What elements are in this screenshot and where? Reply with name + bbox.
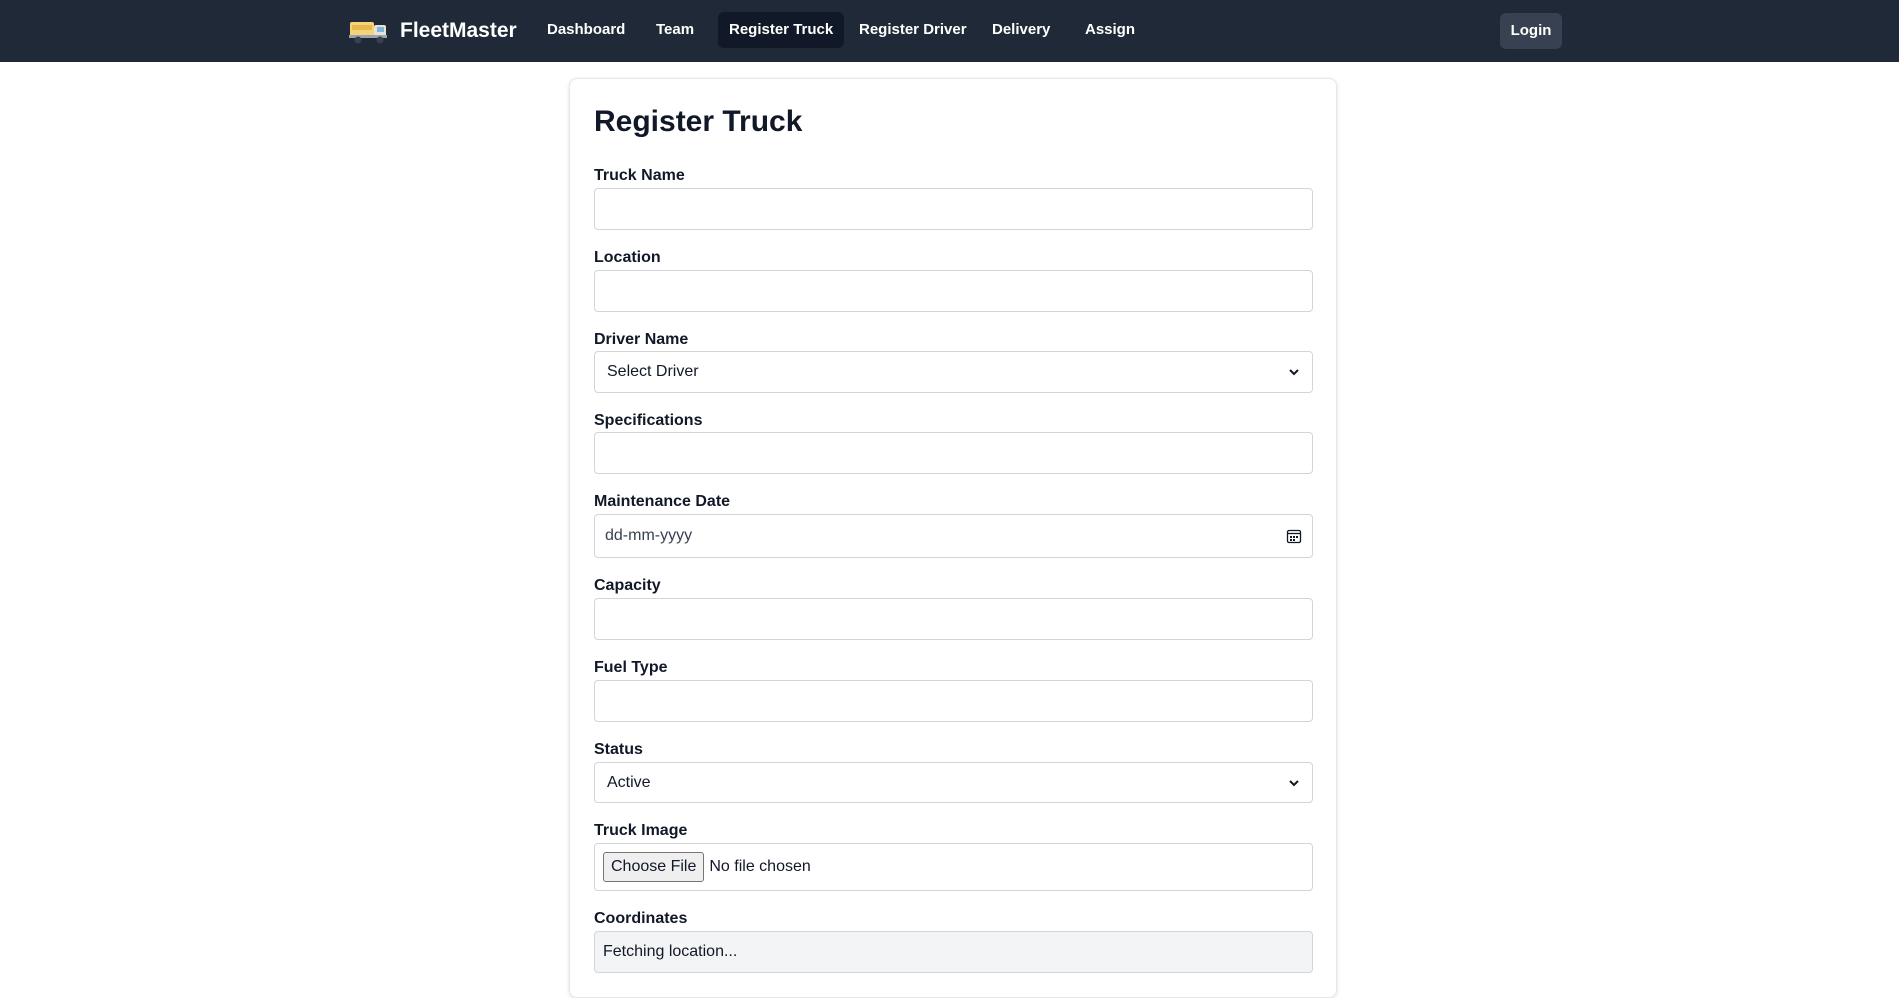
coordinates-label: Coordinates xyxy=(594,910,688,927)
calendar-icon[interactable] xyxy=(1286,528,1302,544)
maintenance-date-input[interactable]: dd-mm-yyyy xyxy=(594,514,1313,558)
specifications-input[interactable] xyxy=(594,432,1313,474)
status-select-value: Active xyxy=(607,773,651,791)
driver-select-value: Select Driver xyxy=(607,363,699,380)
capacity-label: Capacity xyxy=(594,577,661,594)
nav-delivery[interactable]: Delivery xyxy=(981,12,1061,48)
maintenance-date-label: Maintenance Date xyxy=(594,493,731,510)
fuel-type-input[interactable] xyxy=(594,680,1313,722)
location-label: Location xyxy=(594,249,661,266)
truck-logo-icon xyxy=(349,22,387,44)
truck-name-input[interactable] xyxy=(594,188,1313,230)
nav-dashboard[interactable]: Dashboard xyxy=(536,12,636,48)
brand[interactable]: FleetMaster xyxy=(349,16,517,46)
truck-image-input[interactable]: Choose File No file chosen xyxy=(594,843,1313,891)
driver-name-label: Driver Name xyxy=(594,331,689,348)
coordinates-value: Fetching location... xyxy=(603,943,738,960)
specifications-label: Specifications xyxy=(594,412,703,429)
login-button[interactable]: Login xyxy=(1500,13,1562,49)
capacity-input[interactable] xyxy=(594,598,1313,640)
choose-file-button[interactable]: Choose File xyxy=(603,852,705,882)
location-input[interactable] xyxy=(594,270,1313,312)
register-truck-card: Register Truck Truck Name Location Drive… xyxy=(569,78,1337,998)
status-select[interactable]: Active xyxy=(594,762,1313,803)
nav-assign[interactable]: Assign xyxy=(1074,12,1146,48)
chevron-down-icon xyxy=(1289,369,1299,376)
status-label: Status xyxy=(594,741,643,758)
fuel-type-label: Fuel Type xyxy=(594,659,668,676)
truck-image-label: Truck Image xyxy=(594,822,688,839)
chevron-down-icon xyxy=(1289,779,1299,786)
top-navbar: FleetMaster Dashboard Team Register Truc… xyxy=(0,0,1899,62)
driver-select[interactable]: Select Driver xyxy=(594,351,1313,393)
nav-team[interactable]: Team xyxy=(645,12,705,48)
date-placeholder: dd-mm-yyyy xyxy=(605,527,693,544)
file-status: No file chosen xyxy=(709,858,811,875)
nav-register-truck[interactable]: Register Truck xyxy=(718,12,845,48)
truck-name-label: Truck Name xyxy=(594,167,685,184)
nav-register-driver[interactable]: Register Driver xyxy=(848,12,978,48)
brand-name: FleetMaster xyxy=(400,19,517,42)
page-title: Register Truck xyxy=(594,105,803,138)
